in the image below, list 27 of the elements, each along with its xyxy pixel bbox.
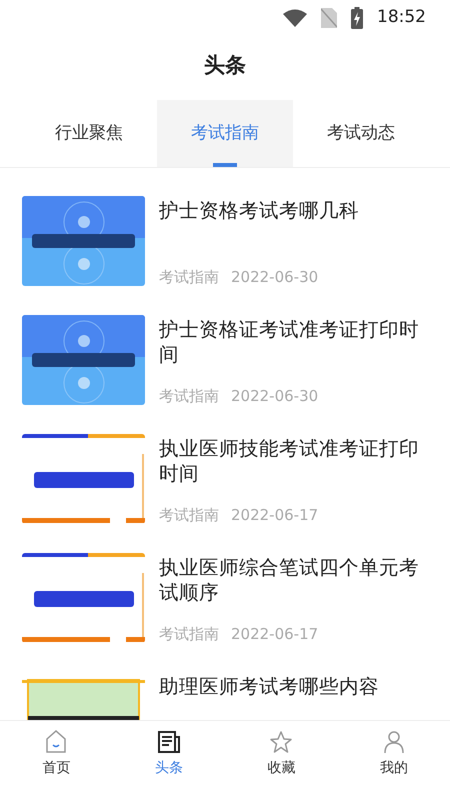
- article-date: 2022-06-30: [231, 266, 318, 288]
- article-date: 2022-06-17: [231, 504, 318, 526]
- article-date: 2022-06-17: [231, 624, 318, 644]
- nav-tab[interactable]: 首页: [0, 729, 112, 790]
- nav-tab[interactable]: 头条: [112, 729, 225, 790]
- article-category: 考试指南: [159, 504, 219, 526]
- home-icon: [45, 730, 68, 754]
- newspaper-icon: [156, 730, 181, 754]
- article-category: 考试指南: [159, 624, 219, 644]
- nav-tab[interactable]: 收藏: [225, 729, 338, 790]
- wifi-icon: [283, 9, 307, 27]
- no-sim-icon: [321, 8, 337, 28]
- page-title: 头条: [204, 53, 246, 77]
- article-title[interactable]: 助理医师考试考哪些内容: [159, 674, 421, 699]
- person-icon: [382, 730, 405, 754]
- category-tab[interactable]: 考试指南: [157, 100, 293, 167]
- article-category: 考试指南: [159, 266, 219, 288]
- status-time: 18:52: [377, 6, 426, 30]
- article-date: 2022-06-30: [231, 386, 318, 406]
- article-category: 考试指南: [159, 386, 219, 406]
- article-title[interactable]: 护士资格考试考哪几科: [159, 198, 421, 223]
- article-title[interactable]: 执业医师综合笔试四个单元考试顺序: [159, 555, 421, 605]
- article-title[interactable]: 执业医师技能考试准考证打印时间: [159, 436, 421, 486]
- nav-tab[interactable]: 我的: [338, 729, 450, 790]
- article-title[interactable]: 护士资格证考试准考证打印时间: [159, 317, 421, 367]
- star-icon: [269, 730, 294, 754]
- battery-icon: [351, 7, 363, 29]
